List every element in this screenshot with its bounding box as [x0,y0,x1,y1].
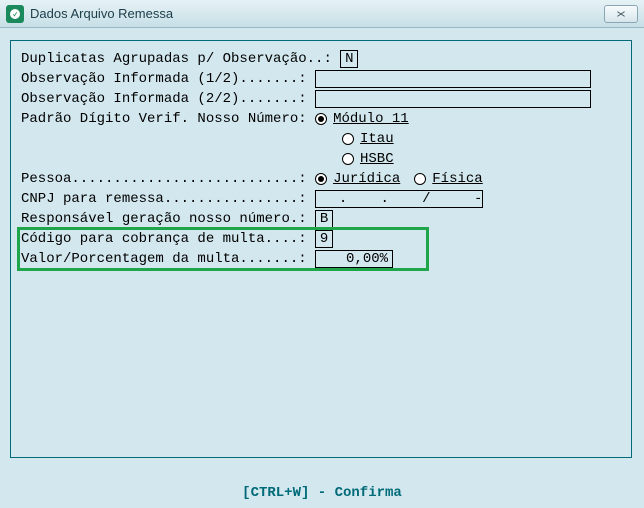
radio-hsbc[interactable]: HSBC [342,151,394,167]
valor-multa-label: Valor/Porcentagem da multa.......: [21,251,315,267]
row-codigo-multa: Código para cobrança de multa....: [21,229,621,249]
radio-dot-icon [342,133,354,145]
row-valor-multa: Valor/Porcentagem da multa.......: [21,249,621,269]
obs2-label: Observação Informada (2/2).......: [21,91,315,107]
duplicatas-label: Duplicatas Agrupadas p/ Observação..: [21,51,340,67]
obs2-input[interactable] [315,90,591,108]
window: Dados Arquivo Remessa Duplicatas Agrupad… [0,0,644,508]
radio-dot-icon [342,153,354,165]
close-button[interactable] [604,5,638,23]
radio-dot-icon [315,173,327,185]
radio-fisica[interactable]: Física [414,171,482,187]
row-pessoa: Pessoa...........................: Juríd… [21,169,621,189]
radio-dot-icon [315,113,327,125]
footer: [CTRL+W] - Confirma [0,478,644,508]
titlebar: Dados Arquivo Remessa [0,0,644,28]
radio-modulo11[interactable]: Módulo 11 [315,111,409,127]
radio-dot-icon [414,173,426,185]
close-icon [615,9,627,19]
resp-label: Responsável geração nosso número.: [21,211,315,227]
obs1-input[interactable] [315,70,591,88]
confirm-hint: [CTRL+W] - Confirma [242,485,402,501]
padrao-label: Padrão Dígito Verif. Nosso Número: [21,111,315,127]
radio-itau-label: Itau [360,131,394,147]
radio-hsbc-label: HSBC [360,151,394,167]
codigo-multa-input[interactable] [315,230,333,248]
radio-modulo11-label: Módulo 11 [333,111,409,127]
window-title: Dados Arquivo Remessa [30,6,604,21]
cnpj-input[interactable] [315,190,483,208]
row-padrao-itau: Itau [21,129,621,149]
app-icon [6,5,24,23]
codigo-multa-label: Código para cobrança de multa....: [21,231,315,247]
valor-multa-input[interactable] [315,250,393,268]
row-padrao: Padrão Dígito Verif. Nosso Número: Módul… [21,109,621,129]
radio-fisica-label: Física [432,171,482,187]
cnpj-label: CNPJ para remessa................: [21,191,315,207]
row-duplicatas: Duplicatas Agrupadas p/ Observação..: [21,49,621,69]
row-obs1: Observação Informada (1/2).......: [21,69,621,89]
radio-juridica-label: Jurídica [333,171,400,187]
resp-input[interactable] [315,210,333,228]
row-resp: Responsável geração nosso número.: [21,209,621,229]
duplicatas-input[interactable] [340,50,358,68]
form-panel: Duplicatas Agrupadas p/ Observação..: Ob… [10,40,632,458]
obs1-label: Observação Informada (1/2).......: [21,71,315,87]
row-obs2: Observação Informada (2/2).......: [21,89,621,109]
row-padrao-hsbc: HSBC [21,149,621,169]
radio-itau[interactable]: Itau [342,131,394,147]
row-cnpj: CNPJ para remessa................: [21,189,621,209]
pessoa-label: Pessoa...........................: [21,171,315,187]
radio-juridica[interactable]: Jurídica [315,171,400,187]
